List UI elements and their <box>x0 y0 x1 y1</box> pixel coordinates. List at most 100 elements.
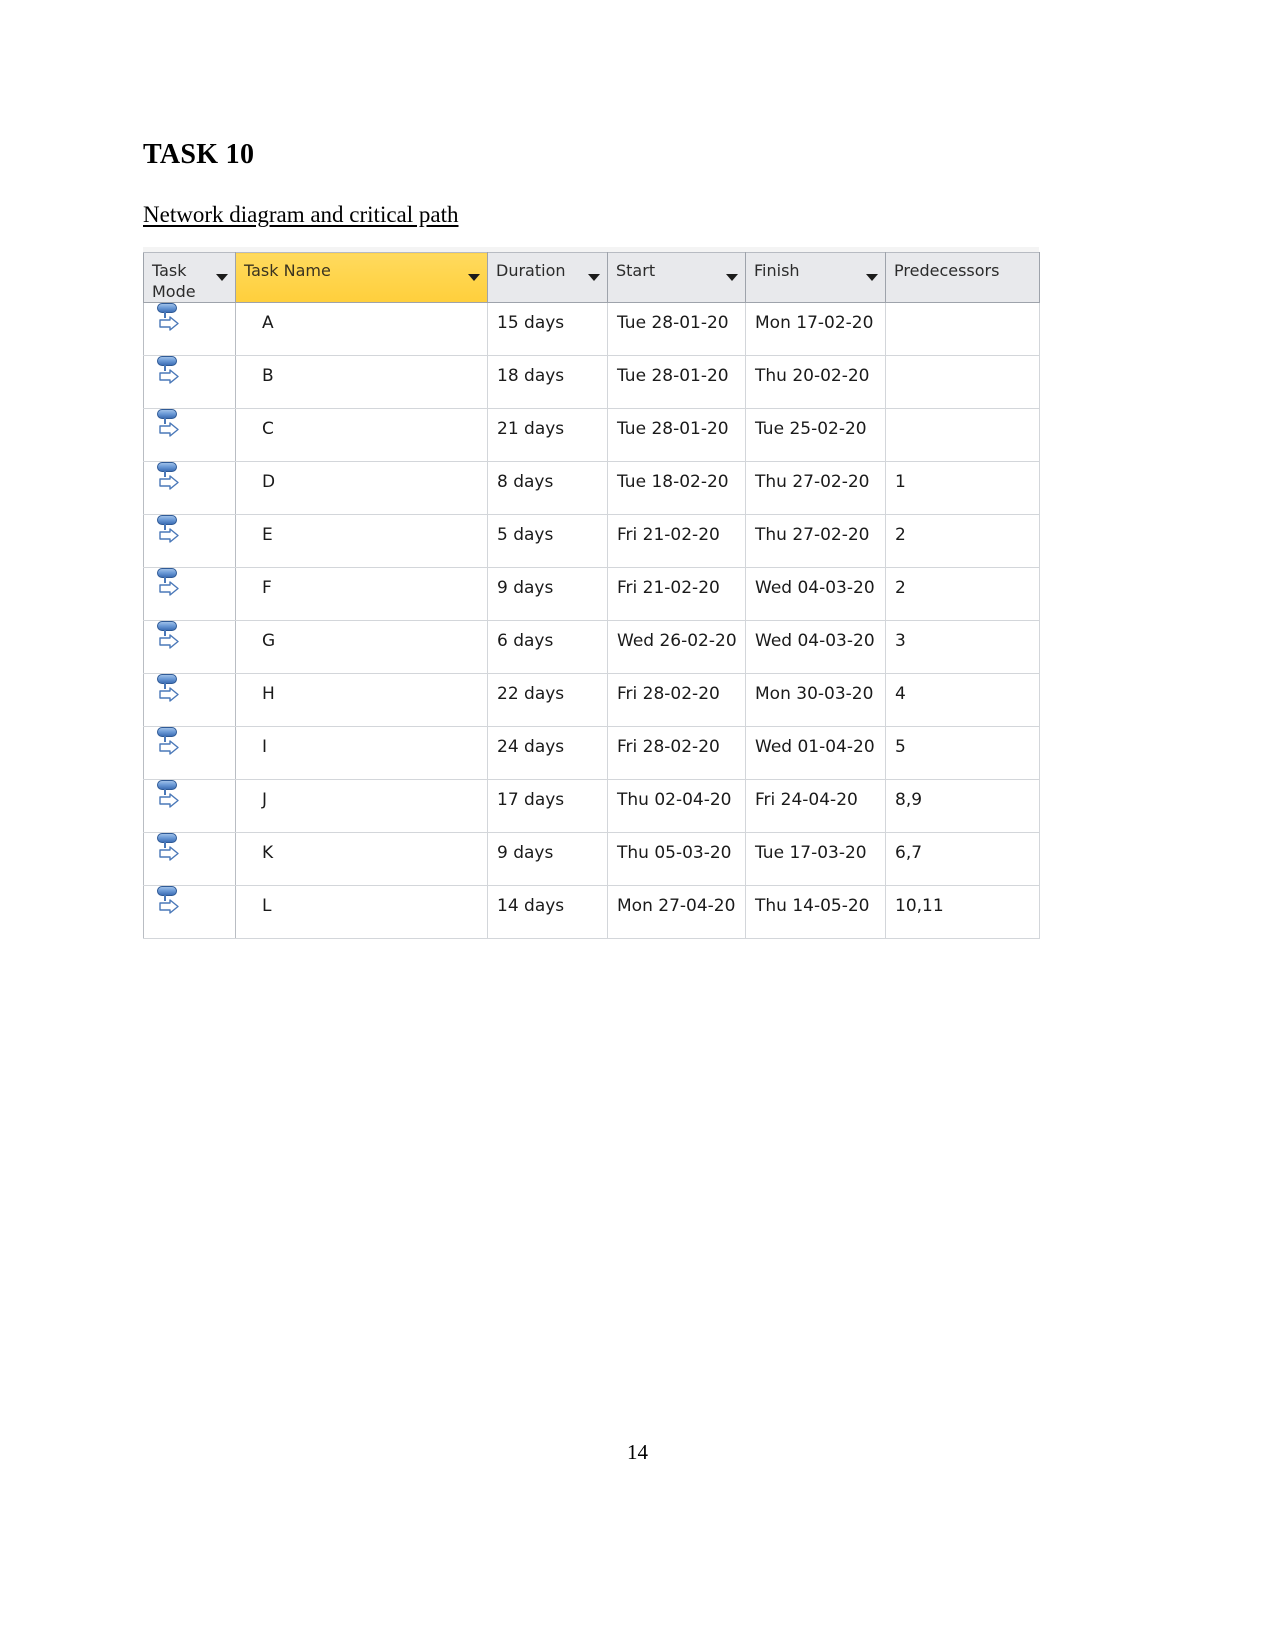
cell-finish[interactable]: Thu 27-02-20 <box>745 514 886 569</box>
cell-duration[interactable]: 15 days <box>487 302 608 357</box>
cell-task-mode[interactable] <box>143 514 236 569</box>
table-row[interactable]: J 17 days Thu 02-04-20 Fri 24-04-20 8,9 <box>143 779 1040 834</box>
cell-predecessors[interactable] <box>885 408 1040 463</box>
cell-start[interactable]: Tue 28-01-20 <box>607 408 746 463</box>
cell-task-name[interactable]: I <box>235 726 488 781</box>
cell-duration[interactable]: 17 days <box>487 779 608 834</box>
column-header-finish[interactable]: Finish <box>745 251 886 304</box>
cell-task-name[interactable]: E <box>235 514 488 569</box>
table-row[interactable]: B 18 days Tue 28-01-20 Thu 20-02-20 <box>143 355 1040 410</box>
table-row[interactable]: I 24 days Fri 28-02-20 Wed 01-04-20 5 <box>143 726 1040 781</box>
cell-duration[interactable]: 6 days <box>487 620 608 675</box>
table-row[interactable]: H 22 days Fri 28-02-20 Mon 30-03-20 4 <box>143 673 1040 728</box>
cell-predecessors[interactable]: 8,9 <box>885 779 1040 834</box>
cell-finish[interactable]: Thu 27-02-20 <box>745 461 886 516</box>
cell-start[interactable]: Mon 27-04-20 <box>607 885 746 940</box>
cell-start[interactable]: Tue 28-01-20 <box>607 355 746 410</box>
cell-task-name[interactable]: L <box>235 885 488 940</box>
cell-predecessors[interactable] <box>885 302 1040 357</box>
filter-dropdown-icon[interactable] <box>216 274 228 281</box>
cell-finish[interactable]: Mon 30-03-20 <box>745 673 886 728</box>
cell-start[interactable]: Thu 02-04-20 <box>607 779 746 834</box>
cell-duration[interactable]: 9 days <box>487 567 608 622</box>
cell-finish[interactable]: Thu 20-02-20 <box>745 355 886 410</box>
cell-task-name[interactable]: D <box>235 461 488 516</box>
cell-task-name[interactable]: K <box>235 832 488 887</box>
cell-task-name[interactable]: C <box>235 408 488 463</box>
cell-task-mode[interactable] <box>143 832 236 887</box>
table-row[interactable]: E5 days Fri 21-02-20 Thu 27-02-20 2 <box>143 514 1040 569</box>
cell-start[interactable]: Fri 28-02-20 <box>607 726 746 781</box>
cell-finish[interactable]: Thu 14-05-20 <box>745 885 886 940</box>
table-row[interactable]: F9 days Fri 21-02-20 Wed 04-03-20 2 <box>143 567 1040 622</box>
cell-predecessors[interactable] <box>885 355 1040 410</box>
cell-predecessors[interactable]: 5 <box>885 726 1040 781</box>
cell-predecessors[interactable]: 4 <box>885 673 1040 728</box>
cell-task-mode[interactable] <box>143 408 236 463</box>
cell-predecessors[interactable]: 10,11 <box>885 885 1040 940</box>
cell-duration[interactable]: 24 days <box>487 726 608 781</box>
column-header-predecessors-label: Predecessors <box>894 261 1000 280</box>
cell-task-name[interactable]: B <box>235 355 488 410</box>
cell-task-mode[interactable] <box>143 779 236 834</box>
cell-start[interactable]: Tue 28-01-20 <box>607 302 746 357</box>
cell-duration[interactable]: 8 days <box>487 461 608 516</box>
cell-task-mode[interactable] <box>143 726 236 781</box>
cell-task-mode[interactable] <box>143 620 236 675</box>
cell-predecessors[interactable]: 1 <box>885 461 1040 516</box>
cell-predecessors[interactable]: 2 <box>885 514 1040 569</box>
cell-task-mode[interactable] <box>143 673 236 728</box>
cell-finish[interactable]: Wed 01-04-20 <box>745 726 886 781</box>
cell-task-mode[interactable] <box>143 461 236 516</box>
cell-predecessors[interactable]: 6,7 <box>885 832 1040 887</box>
table-row[interactable]: K9 days Thu 05-03-20 Tue 17-03-20 6,7 <box>143 832 1040 887</box>
cell-duration[interactable]: 5 days <box>487 514 608 569</box>
column-header-predecessors[interactable]: Predecessors <box>885 251 1040 304</box>
cell-task-name[interactable]: A <box>235 302 488 357</box>
filter-dropdown-icon[interactable] <box>866 274 878 281</box>
filter-dropdown-icon[interactable] <box>726 274 738 281</box>
cell-start[interactable]: Wed 26-02-20 <box>607 620 746 675</box>
filter-dropdown-icon[interactable] <box>468 274 480 281</box>
filter-dropdown-icon[interactable] <box>588 274 600 281</box>
table-row[interactable]: A 15 days Tue 28-01-20 Mon 17-02-20 <box>143 302 1040 357</box>
column-header-duration[interactable]: Duration <box>487 251 608 304</box>
page-number: 14 <box>627 1440 648 1464</box>
table-row[interactable]: C 21 days Tue 28-01-20 Tue 25-02-20 <box>143 408 1040 463</box>
header-row: Task Mode Task Name Duration Start Finis… <box>143 251 1040 304</box>
column-header-task-name[interactable]: Task Name <box>235 251 488 304</box>
column-header-duration-label: Duration <box>496 261 566 280</box>
cell-task-mode[interactable] <box>143 885 236 940</box>
cell-task-name[interactable]: H <box>235 673 488 728</box>
column-header-start[interactable]: Start <box>607 251 746 304</box>
table-row[interactable]: L 14 days Mon 27-04-20 Thu 14-05-20 10,11 <box>143 885 1040 940</box>
cell-duration[interactable]: 14 days <box>487 885 608 940</box>
cell-start[interactable]: Fri 21-02-20 <box>607 514 746 569</box>
cell-task-mode[interactable] <box>143 567 236 622</box>
cell-finish[interactable]: Wed 04-03-20 <box>745 567 886 622</box>
cell-finish[interactable]: Tue 25-02-20 <box>745 408 886 463</box>
cell-duration[interactable]: 9 days <box>487 832 608 887</box>
cell-finish[interactable]: Mon 17-02-20 <box>745 302 886 357</box>
cell-start[interactable]: Tue 18-02-20 <box>607 461 746 516</box>
cell-finish[interactable]: Wed 04-03-20 <box>745 620 886 675</box>
cell-task-mode[interactable] <box>143 355 236 410</box>
cell-start[interactable]: Fri 28-02-20 <box>607 673 746 728</box>
cell-task-name[interactable]: F <box>235 567 488 622</box>
column-header-finish-label: Finish <box>754 261 800 280</box>
cell-duration[interactable]: 18 days <box>487 355 608 410</box>
cell-task-mode[interactable] <box>143 302 236 357</box>
cell-duration[interactable]: 21 days <box>487 408 608 463</box>
cell-finish[interactable]: Fri 24-04-20 <box>745 779 886 834</box>
table-row[interactable]: G6 days Wed 26-02-20 Wed 04-03-20 3 <box>143 620 1040 675</box>
cell-task-name[interactable]: J <box>235 779 488 834</box>
cell-finish[interactable]: Tue 17-03-20 <box>745 832 886 887</box>
cell-duration[interactable]: 22 days <box>487 673 608 728</box>
cell-predecessors[interactable]: 3 <box>885 620 1040 675</box>
cell-task-name[interactable]: G <box>235 620 488 675</box>
table-row[interactable]: D8 days Tue 18-02-20 Thu 27-02-20 1 <box>143 461 1040 516</box>
cell-predecessors[interactable]: 2 <box>885 567 1040 622</box>
cell-start[interactable]: Fri 21-02-20 <box>607 567 746 622</box>
column-header-task-mode[interactable]: Task Mode <box>143 251 236 304</box>
cell-start[interactable]: Thu 05-03-20 <box>607 832 746 887</box>
